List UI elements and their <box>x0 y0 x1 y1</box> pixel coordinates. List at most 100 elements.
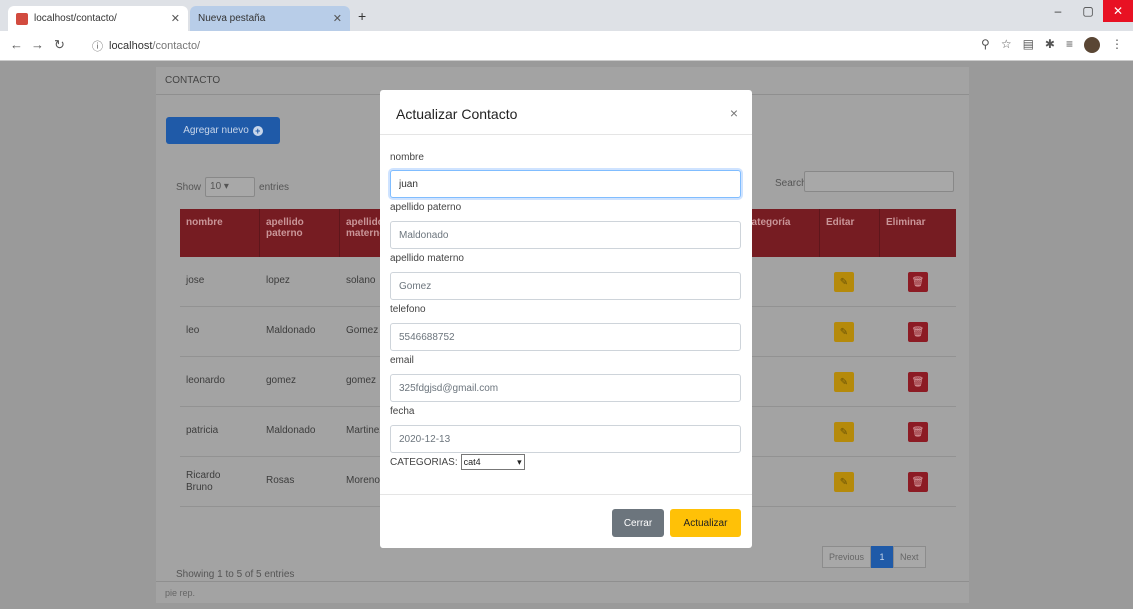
table-info: Showing 1 to 5 of 5 entries <box>176 569 295 580</box>
delete-button[interactable]: 🗑 <box>908 422 928 442</box>
pencil-icon: ✎ <box>839 376 849 388</box>
fecha-label: fecha <box>390 406 415 417</box>
email-field[interactable] <box>390 374 741 402</box>
url-host: localhost <box>109 40 153 52</box>
pagination: Previous 1 Next <box>822 545 926 569</box>
zoom-icon[interactable]: ⚲ <box>981 37 990 53</box>
cell-nombre: patricia <box>186 425 219 436</box>
trash-icon: 🗑 <box>911 326 925 338</box>
show-entries: Show 10 ▾ entries <box>176 177 289 197</box>
trash-icon: 🗑 <box>911 476 925 488</box>
pencil-icon: ✎ <box>839 426 849 438</box>
pencil-icon: ✎ <box>839 276 849 288</box>
email-label: email <box>390 355 414 366</box>
apellido-paterno-label: apellido paterno <box>390 202 462 213</box>
edit-button[interactable]: ✎ <box>834 372 854 392</box>
edit-button[interactable]: ✎ <box>834 322 854 342</box>
delete-button[interactable]: 🗑 <box>908 472 928 492</box>
media-icon[interactable]: ≡ <box>1066 37 1073 53</box>
card-footer: pie rep. <box>156 581 969 603</box>
tab-close-icon[interactable]: ✕ <box>333 12 342 25</box>
col-categoria[interactable]: categoría <box>740 209 820 257</box>
browser-tab-active[interactable]: localhost/contacto/ ✕ <box>8 6 188 31</box>
cell-apellido-paterno: lopez <box>266 275 290 286</box>
nombre-label: nombre <box>390 152 424 163</box>
trash-icon: 🗑 <box>911 376 925 388</box>
entries-select-value: 10 <box>210 181 222 192</box>
browser-toolbar: ⚲ ☆ ▤ ✱ ≡ ⋮ <box>981 37 1123 53</box>
modal-footer: Cerrar Actualizar <box>380 494 752 548</box>
window-controls: – ▢ ✕ <box>1043 0 1133 22</box>
pencil-icon: ✎ <box>839 476 849 488</box>
add-new-label: Agregar nuevo <box>183 125 249 136</box>
search-input[interactable] <box>804 171 954 192</box>
cell-nombre: leonardo <box>186 375 225 386</box>
delete-button[interactable]: 🗑 <box>908 322 928 342</box>
forward-arrow-icon[interactable]: → <box>31 37 44 52</box>
tab-close-icon[interactable]: ✕ <box>171 12 180 25</box>
browser-address-bar: ← → ↻ ⓘ localhost /contacto/ ⚲ ☆ ▤ ✱ ≡ ⋮ <box>0 31 1133 61</box>
pagination-page-1[interactable]: 1 <box>871 546 894 568</box>
window-close-button[interactable]: ✕ <box>1103 0 1133 22</box>
telefono-field[interactable] <box>390 323 741 351</box>
modal-title: Actualizar Contacto <box>396 106 518 122</box>
browser-tabbar: localhost/contacto/ ✕ Nueva pestaña ✕ + … <box>0 0 1133 31</box>
avatar[interactable] <box>1084 37 1100 53</box>
tab-title: Nueva pestaña <box>198 13 266 24</box>
page-favicon-icon <box>16 12 28 25</box>
update-contact-modal: Actualizar Contacto × nombre apellido pa… <box>380 90 752 548</box>
menu-kebab-icon[interactable]: ⋮ <box>1111 37 1123 53</box>
close-button[interactable]: Cerrar <box>612 509 664 537</box>
extensions-puzzle-icon[interactable]: ✱ <box>1045 37 1055 53</box>
update-button[interactable]: Actualizar <box>670 509 741 537</box>
maximize-button[interactable]: ▢ <box>1073 0 1103 22</box>
info-icon[interactable]: ⓘ <box>92 38 103 54</box>
trash-icon: 🗑 <box>911 276 925 288</box>
cell-apellido-paterno: Maldonado <box>266 325 316 336</box>
entries-label: entries <box>259 181 290 193</box>
telefono-label: telefono <box>390 304 426 315</box>
reload-icon[interactable]: ↻ <box>54 37 65 53</box>
cell-apellido-paterno: gomez <box>266 375 297 386</box>
extension-icon[interactable]: ▤ <box>1023 37 1034 53</box>
apellido-materno-label: apellido materno <box>390 253 464 264</box>
edit-button[interactable]: ✎ <box>834 272 854 292</box>
nombre-field[interactable] <box>390 170 741 198</box>
entries-select[interactable]: 10 ▾ <box>205 177 256 197</box>
cell-apellido-paterno: Maldonado <box>266 425 316 436</box>
tab-title: localhost/contacto/ <box>34 13 117 24</box>
plus-circle-icon: + <box>252 125 263 136</box>
category-select[interactable]: cat4 ▾ <box>460 454 525 470</box>
cell-apellido-paterno: Rosas <box>266 475 295 486</box>
url-field[interactable]: ⓘ localhost /contacto/ <box>92 35 932 57</box>
delete-button[interactable]: 🗑 <box>908 272 928 292</box>
back-arrow-icon[interactable]: ← <box>10 37 23 52</box>
category-label: CATEGORIAS: <box>390 456 458 468</box>
col-editar[interactable]: Editar <box>820 209 880 257</box>
cell-nombre: Ricardo Bruno <box>186 470 221 493</box>
bookmark-star-icon[interactable]: ☆ <box>1001 37 1012 53</box>
apellido-paterno-field[interactable] <box>390 221 741 249</box>
col-nombre[interactable]: nombre <box>180 209 260 257</box>
col-apellido-paterno[interactable]: apellido paterno <box>260 209 340 257</box>
minimize-button[interactable]: – <box>1043 0 1073 22</box>
apellido-materno-field[interactable] <box>390 272 741 300</box>
new-tab-button[interactable]: + <box>358 8 366 24</box>
modal-close-button[interactable]: × <box>730 105 738 121</box>
browser-tab-inactive[interactable]: Nueva pestaña ✕ <box>190 6 350 31</box>
trash-icon: 🗑 <box>911 426 925 438</box>
col-eliminar[interactable]: Eliminar <box>880 209 956 257</box>
pagination-previous[interactable]: Previous <box>822 546 872 568</box>
pencil-icon: ✎ <box>839 326 849 338</box>
cell-nombre: jose <box>186 275 205 286</box>
modal-header: Actualizar Contacto × <box>380 90 752 135</box>
category-row: CATEGORIAS: cat4 ▾ <box>390 454 525 470</box>
url-path: /contacto/ <box>152 40 201 52</box>
edit-button[interactable]: ✎ <box>834 422 854 442</box>
fecha-field[interactable] <box>390 425 741 453</box>
pagination-next[interactable]: Next <box>893 546 926 568</box>
category-select-value: cat4 <box>463 457 481 467</box>
edit-button[interactable]: ✎ <box>834 472 854 492</box>
delete-button[interactable]: 🗑 <box>908 372 928 392</box>
add-new-button[interactable]: Agregar nuevo + <box>166 117 280 144</box>
